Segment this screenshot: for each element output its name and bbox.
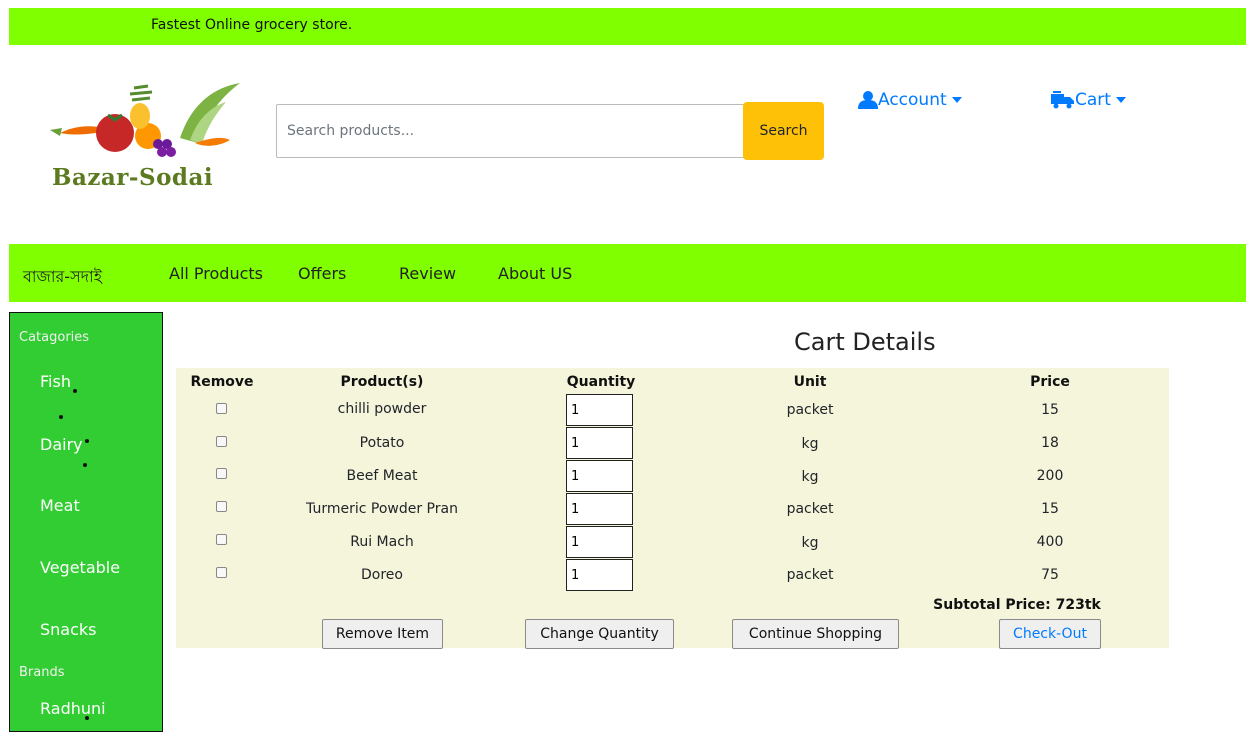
quantity-input[interactable]	[566, 493, 633, 525]
product-name: Beef Meat	[346, 468, 418, 484]
col-header-price: Price	[1030, 374, 1070, 390]
sidebar-item-fish[interactable]: Fish	[40, 372, 71, 391]
bullet-dot	[83, 463, 87, 467]
chevron-down-icon	[1115, 97, 1126, 103]
remove-checkbox[interactable]	[216, 534, 227, 545]
unit-value: kg	[801, 469, 819, 485]
unit-value: kg	[801, 535, 819, 551]
announcement-text: Fastest Online grocery store.	[151, 17, 353, 33]
unit-value: packet	[786, 501, 834, 517]
unit-value: kg	[801, 436, 819, 452]
quantity-input[interactable]	[566, 427, 633, 459]
bullet-dot	[85, 439, 89, 443]
remove-checkbox[interactable]	[216, 403, 227, 414]
checkout-button[interactable]: Check-Out	[999, 619, 1101, 649]
unit-value: packet	[786, 402, 834, 418]
remove-checkbox[interactable]	[216, 468, 227, 479]
product-name: Turmeric Powder Pran	[306, 501, 458, 517]
bullet-dot	[73, 389, 77, 393]
account-label: Account	[878, 90, 947, 110]
quantity-input[interactable]	[566, 559, 633, 591]
subtotal-price: Subtotal Price: 723tk	[933, 597, 1101, 613]
cart-dropdown[interactable]: Cart	[1051, 90, 1126, 110]
account-dropdown[interactable]: Account	[858, 90, 962, 110]
nav-about-us[interactable]: About US	[498, 264, 572, 283]
cart-label: Cart	[1075, 90, 1111, 110]
quantity-input[interactable]	[566, 394, 633, 426]
price-value: 200	[1036, 468, 1064, 484]
main-navbar: বাজার-সদাই All Products Offers Review Ab…	[9, 244, 1246, 302]
sidebar-item-radhuni[interactable]: Radhuni	[40, 699, 106, 718]
remove-checkbox[interactable]	[216, 501, 227, 512]
price-value: 75	[1041, 567, 1059, 583]
category-sidebar: Catagories Fish Dairy Meat Vegetable Sna…	[9, 312, 163, 732]
col-header-unit: Unit	[793, 374, 827, 390]
cart-title: Cart Details	[794, 328, 936, 356]
cart-table: Remove Product(s) Quantity Unit Price ch…	[176, 368, 1169, 649]
col-header-remove: Remove	[190, 374, 254, 390]
remove-checkbox[interactable]	[216, 567, 227, 578]
categories-heading: Catagories	[19, 330, 90, 345]
sidebar-item-vegetable[interactable]: Vegetable	[40, 558, 120, 577]
price-value: 400	[1036, 534, 1064, 550]
nav-brand[interactable]: বাজার-সদাই	[23, 264, 102, 291]
col-header-quantity: Quantity	[566, 374, 636, 390]
chevron-down-icon	[951, 97, 962, 103]
continue-shopping-button[interactable]: Continue Shopping	[732, 619, 899, 649]
product-name: chilli powder	[337, 401, 427, 417]
product-name: Rui Mach	[350, 534, 414, 550]
sidebar-item-snacks[interactable]: Snacks	[40, 620, 97, 639]
announcement-bar: Fastest Online grocery store.	[9, 8, 1246, 45]
sidebar-item-dairy[interactable]: Dairy	[40, 435, 83, 454]
produce-logo-icon	[50, 83, 240, 157]
price-value: 15	[1041, 501, 1059, 517]
bullet-dot	[59, 415, 63, 419]
logo-text: Bazar-Sodai	[52, 164, 214, 191]
remove-checkbox[interactable]	[216, 436, 227, 447]
nav-offers[interactable]: Offers	[298, 264, 346, 283]
quantity-input[interactable]	[566, 460, 633, 492]
col-header-product: Product(s)	[340, 374, 424, 390]
truck-icon	[1051, 91, 1074, 109]
product-name: Doreo	[361, 567, 403, 583]
price-value: 18	[1041, 435, 1059, 451]
search-input[interactable]	[276, 104, 745, 158]
quantity-input[interactable]	[566, 526, 633, 558]
search-button[interactable]: Search	[743, 102, 824, 160]
change-quantity-button[interactable]: Change Quantity	[525, 619, 674, 649]
unit-value: packet	[786, 567, 834, 583]
site-logo[interactable]: Bazar-Sodai	[40, 78, 270, 193]
nav-all-products[interactable]: All Products	[169, 264, 263, 283]
bullet-dot	[85, 716, 89, 720]
price-value: 15	[1041, 402, 1059, 418]
brands-heading: Brands	[19, 665, 65, 680]
nav-review[interactable]: Review	[399, 264, 456, 283]
product-name: Potato	[359, 435, 405, 451]
user-icon	[858, 91, 878, 109]
sidebar-item-meat[interactable]: Meat	[40, 496, 80, 515]
remove-item-button[interactable]: Remove Item	[322, 619, 443, 649]
